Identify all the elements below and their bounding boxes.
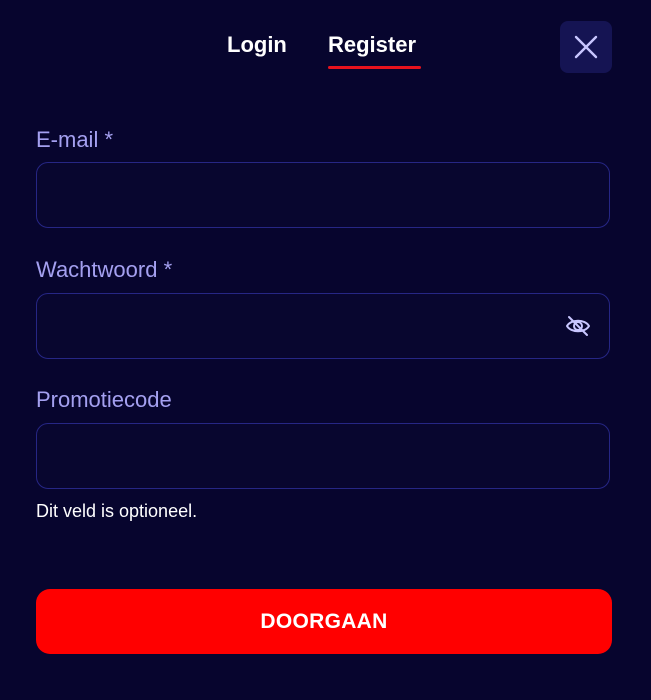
email-label: E-mail * — [36, 127, 114, 152]
promo-code-field[interactable] — [37, 424, 609, 488]
tab-register[interactable]: Register — [328, 30, 416, 70]
email-field[interactable] — [37, 163, 609, 227]
eye-off-icon[interactable] — [565, 315, 591, 337]
password-field[interactable] — [37, 294, 609, 358]
promo-code-label: Promotiecode — [36, 387, 172, 412]
close-button[interactable] — [560, 21, 612, 73]
promo-code-field-wrapper — [36, 423, 610, 489]
continue-button[interactable]: DOORGAAN — [36, 589, 612, 654]
promo-code-helper-text: Dit veld is optioneel. — [36, 501, 198, 521]
email-field-wrapper — [36, 162, 610, 228]
password-label: Wachtwoord * — [36, 257, 173, 282]
register-modal: Login Register E-mail * Wachtwoord * Pro… — [0, 0, 651, 700]
password-field-wrapper — [36, 293, 610, 359]
active-tab-indicator — [328, 66, 421, 69]
close-icon — [574, 35, 598, 59]
tab-login[interactable]: Login — [227, 30, 287, 70]
auth-tabs: Login Register — [0, 30, 651, 72]
